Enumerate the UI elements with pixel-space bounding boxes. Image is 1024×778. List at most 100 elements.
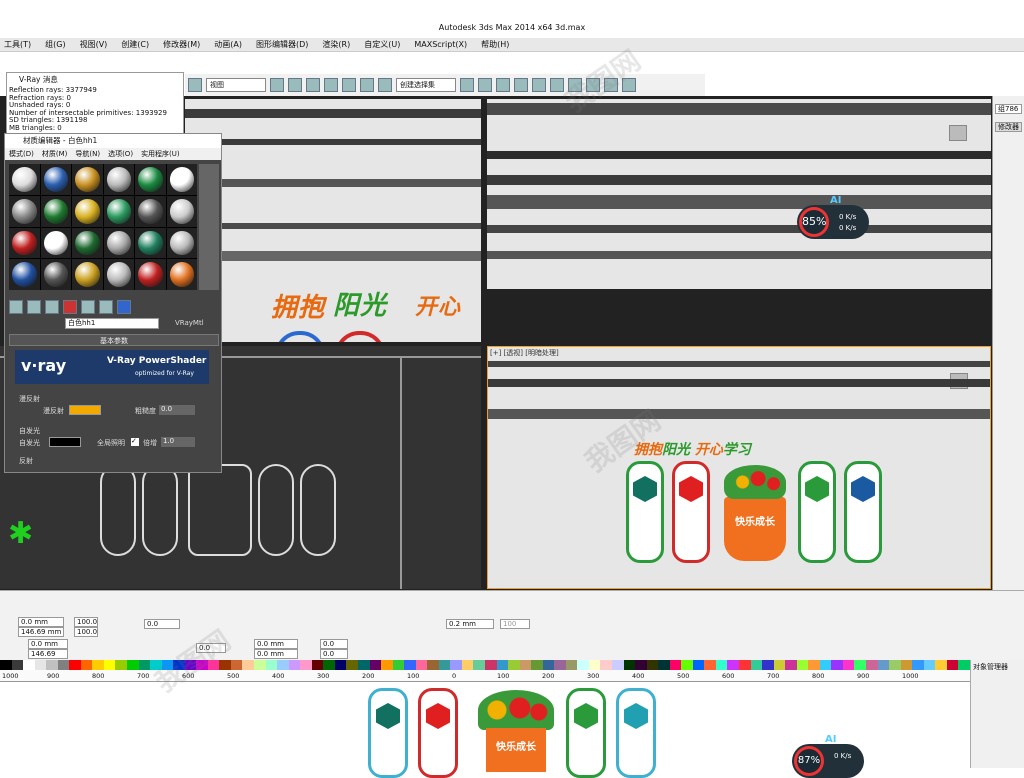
palette-swatch[interactable] <box>531 660 543 670</box>
material-slot[interactable] <box>72 164 103 195</box>
put-to-scene-icon[interactable] <box>27 300 41 314</box>
palette-swatch[interactable] <box>842 660 855 670</box>
selfillum-color-swatch[interactable] <box>49 437 81 447</box>
vray-messages-window[interactable]: V-Ray 消息 Reflection rays: 3377949 Refract… <box>6 72 184 136</box>
palette-swatch[interactable] <box>565 660 578 670</box>
align-icon[interactable] <box>478 78 492 92</box>
x2-field[interactable]: 0.0 mm <box>28 639 68 649</box>
menu-item[interactable]: 动画(A) <box>214 38 242 51</box>
value-a-field[interactable]: 0.0 <box>320 639 348 649</box>
material-slot[interactable] <box>166 195 197 227</box>
show-map-icon[interactable] <box>99 300 113 314</box>
palette-swatch[interactable] <box>277 660 289 670</box>
palette-swatch[interactable] <box>381 660 393 670</box>
material-menu-item[interactable]: 模式(D) <box>9 148 34 160</box>
material-editor-window[interactable]: 材质编辑器 - 白色hh1 模式(D) 材质(M) 导航(N) 选项(O) 实用程序(U… <box>4 133 222 473</box>
named-selection-dropdown[interactable]: 创建选择集 <box>396 78 456 92</box>
palette-swatch[interactable] <box>912 660 924 670</box>
palette-swatch[interactable] <box>11 660 24 670</box>
material-slot[interactable] <box>40 195 71 227</box>
palette-swatch[interactable] <box>92 660 104 670</box>
menu-item[interactable]: 渲染(R) <box>322 38 350 51</box>
material-editor-icon[interactable] <box>568 78 582 92</box>
palette-swatch[interactable] <box>577 660 589 670</box>
menu-item[interactable]: 帮助(H) <box>481 38 509 51</box>
schematic-icon[interactable] <box>550 78 564 92</box>
palette-swatch[interactable] <box>635 660 647 670</box>
viewport-bottom-right[interactable]: [+] [透视] [明暗处理] 拥抱阳光 开心学习 快乐成长 <box>487 346 991 589</box>
palette-swatch[interactable] <box>588 660 601 670</box>
palette-swatch[interactable] <box>704 660 716 670</box>
palette-swatch[interactable] <box>461 660 474 670</box>
material-menu-item[interactable]: 材质(M) <box>42 148 68 160</box>
spinner-snap-icon[interactable] <box>360 78 374 92</box>
palette-swatch[interactable] <box>496 660 509 670</box>
palette-swatch[interactable] <box>346 660 358 670</box>
palette-swatch[interactable] <box>762 660 774 670</box>
material-slot[interactable] <box>135 227 166 259</box>
palette-swatch[interactable] <box>727 660 739 670</box>
roughness-spinner[interactable]: 0.0 <box>159 405 195 415</box>
material-name-field[interactable]: 白色hh1 <box>65 318 159 329</box>
material-type-button[interactable]: VRayMtl <box>175 319 204 327</box>
outline-width-dropdown[interactable]: 0.2 mm <box>446 619 494 629</box>
palette-swatch[interactable] <box>819 660 832 670</box>
palette-swatch[interactable] <box>357 660 370 670</box>
menu-item[interactable]: 视图(V) <box>80 38 108 51</box>
palette-swatch[interactable] <box>0 660 12 670</box>
palette-swatch[interactable] <box>646 660 659 670</box>
select-icon[interactable] <box>188 78 202 92</box>
material-slot[interactable] <box>72 259 103 290</box>
palette-swatch[interactable] <box>415 660 428 670</box>
material-slot[interactable] <box>166 227 197 259</box>
palette-swatch[interactable] <box>311 660 324 670</box>
viewport-label[interactable]: [+] [透视] [明暗处理] <box>490 348 559 358</box>
rotation-field[interactable]: 0.0 <box>144 619 180 629</box>
rollout-basic-params[interactable]: 基本参数 <box>9 334 219 346</box>
show-end-result-icon[interactable] <box>117 300 131 314</box>
material-slot[interactable] <box>135 164 166 195</box>
snap-icon[interactable] <box>306 78 320 92</box>
palette-swatch[interactable] <box>334 660 347 670</box>
palette-swatch[interactable] <box>46 660 58 670</box>
material-menu-item[interactable]: 选项(O) <box>108 148 133 160</box>
palette-swatch[interactable] <box>785 660 797 670</box>
viewcube-icon[interactable] <box>949 125 967 141</box>
color-palette[interactable] <box>0 660 970 670</box>
move-icon[interactable] <box>270 78 284 92</box>
material-slot[interactable] <box>72 227 103 259</box>
palette-swatch[interactable] <box>34 660 47 670</box>
edit-named-sel-icon[interactable] <box>378 78 392 92</box>
palette-swatch[interactable] <box>300 660 312 670</box>
material-slot[interactable] <box>9 259 40 290</box>
palette-swatch[interactable] <box>103 660 116 670</box>
palette-swatch[interactable] <box>438 660 451 670</box>
material-slot[interactable] <box>40 259 71 290</box>
drawing-canvas[interactable]: 快乐成长 87% AI 0 K/s <box>0 682 970 778</box>
material-slot[interactable] <box>40 164 71 195</box>
angle-snap-icon[interactable] <box>324 78 338 92</box>
material-slot[interactable] <box>9 164 40 195</box>
palette-swatch[interactable] <box>484 660 497 670</box>
material-slot[interactable] <box>135 259 166 290</box>
palette-swatch[interactable] <box>219 660 231 670</box>
material-slot[interactable] <box>103 227 134 259</box>
menu-item[interactable]: MAXScript(X) <box>414 38 467 51</box>
layer-icon[interactable] <box>496 78 510 92</box>
vray-log-title[interactable]: V-Ray 消息 <box>7 73 183 87</box>
value-b-field[interactable]: 0.0 <box>320 649 348 659</box>
scale-x-field[interactable]: 100.0 <box>74 617 98 627</box>
render-setup-icon[interactable] <box>586 78 600 92</box>
reference-coord-dropdown[interactable]: 视图 <box>206 78 266 92</box>
zoom-field[interactable]: 100 <box>500 619 530 629</box>
material-menu-item[interactable]: 实用程序(U) <box>141 148 180 160</box>
palette-swatch[interactable] <box>323 660 335 670</box>
palette-swatch[interactable] <box>254 660 266 670</box>
palette-swatch[interactable] <box>554 660 566 670</box>
graphite-icon[interactable] <box>514 78 528 92</box>
palette-swatch[interactable] <box>681 660 693 670</box>
palette-swatch[interactable] <box>69 660 81 670</box>
menu-item[interactable]: 图形编辑器(D) <box>256 38 308 51</box>
render-icon[interactable] <box>622 78 636 92</box>
palette-swatch[interactable] <box>658 660 670 670</box>
